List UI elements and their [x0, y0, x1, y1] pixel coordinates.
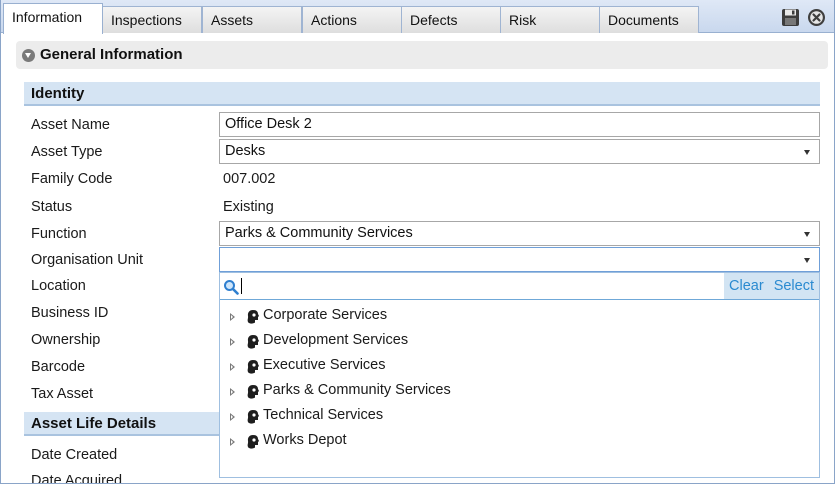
tab-label: Assets: [211, 12, 254, 28]
group-header-asset-life-details: Asset Life Details: [24, 412, 220, 436]
tab-information[interactable]: Information: [3, 3, 103, 34]
tab-label: Risk: [509, 12, 537, 28]
select-button[interactable]: Select: [774, 278, 814, 294]
tree-item-label: Corporate Services: [263, 307, 388, 323]
date-created-label: Date Created: [31, 447, 118, 463]
org-unit-icon: [247, 310, 259, 324]
asset-name-value: Office Desk 2: [225, 116, 312, 132]
organisation-unit-label: Organisation Unit: [31, 252, 144, 268]
ownership-label: Ownership: [31, 332, 101, 348]
asset-type-select[interactable]: Desks: [219, 139, 820, 164]
asset-type-value: Desks: [225, 143, 266, 159]
org-unit-icon: [247, 335, 259, 349]
expand-arrow-icon[interactable]: [230, 413, 235, 421]
tree-item-label: Executive Services: [263, 357, 386, 373]
dropdown-actions: Clear Select: [724, 273, 819, 299]
tree-item-label: Parks & Community Services: [263, 382, 451, 398]
save-icon[interactable]: [781, 8, 800, 27]
function-value: Parks & Community Services: [225, 225, 413, 241]
dropdown-search-input[interactable]: [242, 276, 712, 296]
section-header-general-information[interactable]: General Information: [16, 41, 828, 69]
asset-name-input[interactable]: Office Desk 2: [219, 112, 820, 137]
family-code-value: 007.002: [223, 171, 276, 187]
collapse-arrow-icon[interactable]: [22, 49, 35, 62]
chevron-down-icon[interactable]: [804, 232, 810, 237]
tab-label: Defects: [410, 12, 458, 28]
expand-arrow-icon[interactable]: [230, 313, 235, 321]
tax-asset-label: Tax Asset: [31, 386, 94, 402]
expand-arrow-icon[interactable]: [230, 438, 235, 446]
tab-inspections[interactable]: Inspections: [102, 6, 202, 33]
tree-item-label: Development Services: [263, 332, 409, 348]
tab-actions[interactable]: Actions: [302, 6, 402, 33]
org-unit-icon: [247, 410, 259, 424]
tree-item-label: Technical Services: [263, 407, 384, 423]
status-label: Status: [31, 199, 73, 215]
org-unit-icon: [247, 435, 259, 449]
clear-button[interactable]: Clear: [729, 278, 764, 294]
asset-window: Inspections Assets Actions Defects Risk …: [0, 0, 835, 484]
group-title: Identity: [31, 85, 85, 102]
dropdown-search-bar: Clear Select: [220, 273, 819, 300]
asset-name-label: Asset Name: [31, 117, 110, 133]
tab-documents[interactable]: Documents: [599, 6, 699, 33]
expand-arrow-icon[interactable]: [230, 363, 235, 371]
section-title: General Information: [40, 46, 183, 63]
tab-bar: Inspections Assets Actions Defects Risk …: [1, 0, 834, 34]
tab-label: Inspections: [111, 12, 182, 28]
function-label: Function: [31, 226, 87, 242]
expand-arrow-icon[interactable]: [230, 388, 235, 396]
tab-defects[interactable]: Defects: [401, 6, 501, 33]
function-select[interactable]: Parks & Community Services: [219, 221, 820, 246]
group-header-identity: Identity: [24, 82, 820, 106]
close-circle-icon[interactable]: [807, 8, 826, 27]
group-title: Asset Life Details: [31, 415, 157, 432]
date-acquired-label: Date Acquired: [31, 473, 123, 484]
chevron-down-icon[interactable]: [804, 150, 810, 155]
tab-label: Documents: [608, 12, 679, 28]
organisation-unit-select[interactable]: [219, 247, 820, 272]
tab-risk[interactable]: Risk: [500, 6, 600, 33]
text-cursor: [241, 278, 242, 294]
asset-type-label: Asset Type: [31, 144, 103, 160]
organisation-unit-dropdown: Clear Select Corporate Services Developm…: [219, 272, 820, 478]
org-unit-icon: [247, 385, 259, 399]
expand-arrow-icon[interactable]: [230, 338, 235, 346]
tree-item-label: Works Depot: [263, 432, 347, 448]
search-icon: [224, 280, 239, 295]
barcode-label: Barcode: [31, 359, 86, 375]
tab-label: Information: [12, 9, 83, 25]
org-unit-icon: [247, 360, 259, 374]
status-value: Existing: [223, 199, 274, 215]
tab-assets[interactable]: Assets: [202, 6, 302, 33]
business-id-label: Business ID: [31, 305, 109, 321]
tab-label: Actions: [311, 12, 357, 28]
location-label: Location: [31, 278, 86, 294]
chevron-down-icon[interactable]: [804, 258, 810, 263]
family-code-label: Family Code: [31, 171, 113, 187]
